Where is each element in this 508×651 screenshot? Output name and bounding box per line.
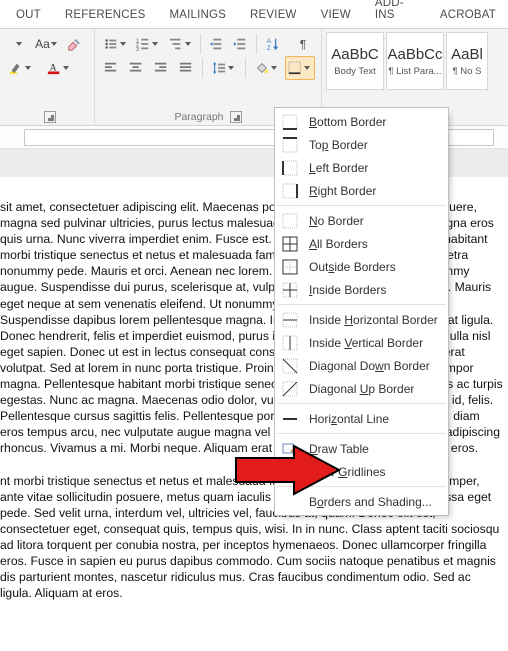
tab-mailings[interactable]: MAILINGS xyxy=(157,3,238,28)
menu-inside-vertical-border[interactable]: Inside Vertical Border xyxy=(275,331,448,354)
bullets-button[interactable] xyxy=(101,32,129,56)
align-right-icon xyxy=(154,61,168,75)
multilevel-list-button[interactable] xyxy=(166,32,194,56)
menu-diagonal-down-border[interactable]: Diagonal Down Border xyxy=(275,354,448,377)
menu-borders-and-shading[interactable]: Borders and Shading... xyxy=(275,490,448,513)
pilcrow-icon: ¶ xyxy=(298,37,312,51)
svg-text:Z: Z xyxy=(267,45,271,51)
bottom-border-icon xyxy=(281,113,299,131)
menu-top-border[interactable]: Top Border xyxy=(275,133,448,156)
menu-left-border[interactable]: Left Border xyxy=(275,156,448,179)
top-border-icon xyxy=(281,136,299,154)
draw-table-icon xyxy=(281,440,299,458)
outside-borders-icon xyxy=(281,258,299,276)
justify-button[interactable] xyxy=(175,56,196,80)
tab-references[interactable]: REFERENCES xyxy=(53,3,158,28)
tab-layout[interactable]: OUT xyxy=(4,3,53,28)
menu-inside-borders[interactable]: Inside Borders xyxy=(275,278,448,301)
horizontal-line-icon xyxy=(281,410,299,428)
change-case-button[interactable]: Aa xyxy=(34,32,58,56)
menu-bottom-border[interactable]: Bottom Border xyxy=(275,110,448,133)
font-color-icon: A xyxy=(47,61,61,75)
inside-borders-icon xyxy=(281,281,299,299)
paragraph-dialog-launcher[interactable] xyxy=(230,111,242,123)
borders-button[interactable] xyxy=(285,56,315,80)
right-border-icon xyxy=(281,182,299,200)
clear-formatting-button[interactable] xyxy=(62,32,86,56)
style-body-text[interactable]: AaBbC Body Text xyxy=(326,32,384,90)
highlight-icon xyxy=(9,61,23,75)
show-hide-button[interactable]: ¶ xyxy=(295,32,315,56)
tab-view[interactable]: VIEW xyxy=(309,3,363,28)
menu-draw-table[interactable]: Draw Table xyxy=(275,437,448,460)
gridlines-icon xyxy=(281,463,299,481)
inside-v-border-icon xyxy=(281,334,299,352)
svg-text:3: 3 xyxy=(136,47,139,51)
align-left-button[interactable] xyxy=(101,56,122,80)
multilevel-icon xyxy=(169,37,183,51)
font-group: Aa A xyxy=(0,29,95,125)
align-right-button[interactable] xyxy=(151,56,172,80)
no-border-icon xyxy=(281,212,299,230)
svg-text:A: A xyxy=(267,38,272,45)
font-group-label xyxy=(6,111,88,124)
blank-icon xyxy=(281,493,299,511)
eraser-icon xyxy=(67,37,81,51)
increase-indent-button[interactable] xyxy=(230,32,250,56)
borders-menu: Bottom Border Top Border Left Border Rig… xyxy=(274,107,449,516)
align-center-icon xyxy=(129,61,143,75)
justify-icon xyxy=(179,61,193,75)
all-borders-icon xyxy=(281,235,299,253)
sort-button[interactable]: AZ xyxy=(263,32,291,56)
menu-right-border[interactable]: Right Border xyxy=(275,179,448,202)
tab-review[interactable]: REVIEW xyxy=(238,3,309,28)
menu-inside-horizontal-border[interactable]: Inside Horizontal Border xyxy=(275,308,448,331)
bullets-icon xyxy=(104,37,118,51)
style-no-spacing[interactable]: AaBl ¶ No S xyxy=(446,32,488,90)
diag-down-icon xyxy=(281,357,299,375)
line-spacing-icon xyxy=(212,61,226,75)
tab-addins[interactable]: ADD-INS xyxy=(363,0,428,28)
tab-acrobat[interactable]: ACROBAT xyxy=(428,3,508,28)
borders-icon xyxy=(288,61,302,75)
decrease-indent-button[interactable] xyxy=(207,32,227,56)
menu-outside-borders[interactable]: Outside Borders xyxy=(275,255,448,278)
menu-view-gridlines[interactable]: View Gridlines xyxy=(275,460,448,483)
sort-icon: AZ xyxy=(266,37,280,51)
align-center-button[interactable] xyxy=(126,56,147,80)
outdent-icon xyxy=(209,37,223,51)
align-left-icon xyxy=(104,61,118,75)
numbering-icon: 123 xyxy=(136,37,150,51)
menu-all-borders[interactable]: All Borders xyxy=(275,232,448,255)
diag-up-icon xyxy=(281,380,299,398)
font-dialog-launcher[interactable] xyxy=(44,111,56,123)
menu-no-border[interactable]: No Border xyxy=(275,209,448,232)
menu-horizontal-line[interactable]: Horizontal Line xyxy=(275,407,448,430)
paint-bucket-icon xyxy=(255,61,269,75)
shading-button[interactable] xyxy=(252,56,282,80)
font-color-button[interactable]: A xyxy=(44,56,78,80)
font-btn-generic1[interactable] xyxy=(6,32,30,56)
line-spacing-button[interactable] xyxy=(209,56,239,80)
menu-diagonal-up-border[interactable]: Diagonal Up Border xyxy=(275,377,448,400)
text-highlight-button[interactable] xyxy=(6,56,40,80)
numbering-button[interactable]: 123 xyxy=(133,32,161,56)
svg-text:¶: ¶ xyxy=(300,37,307,51)
indent-icon xyxy=(233,37,247,51)
style-list-paragraph[interactable]: AaBbCc ¶ List Para... xyxy=(386,32,444,90)
inside-h-border-icon xyxy=(281,311,299,329)
ribbon-tabs: OUT REFERENCES MAILINGS REVIEW VIEW ADD-… xyxy=(0,0,508,29)
left-border-icon xyxy=(281,159,299,177)
